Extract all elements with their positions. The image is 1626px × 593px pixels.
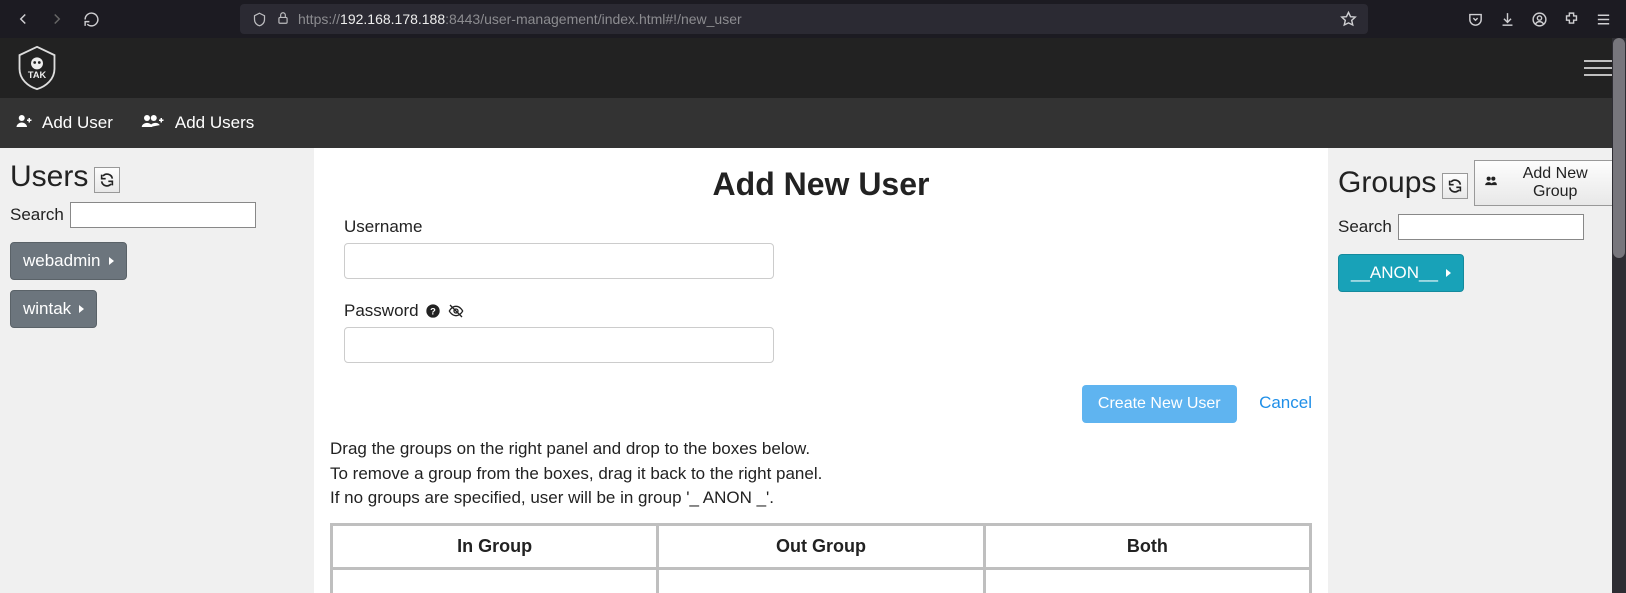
groups-panel-title: Groups [1338,166,1436,200]
password-label: Password [344,301,419,321]
chevron-right-icon [109,257,114,265]
menu-toggle-icon[interactable] [1584,54,1612,82]
downloads-icon[interactable] [1492,4,1522,34]
user-pill-label: webadmin [23,251,101,271]
users-search-label: Search [10,205,64,225]
col-both: Both [984,524,1310,568]
main-layout: Users Search webadmin wintak [0,148,1626,593]
username-input[interactable] [344,243,774,279]
users-panel-title: Users [10,160,88,194]
group-pill-label: __ANON__ [1351,263,1438,283]
chevron-right-icon [79,305,84,313]
cancel-button[interactable]: Cancel [1259,393,1312,413]
account-icon[interactable] [1524,4,1554,34]
scrollbar-thumb[interactable] [1613,38,1625,258]
users-icon [1483,174,1499,193]
forward-button[interactable] [42,4,72,34]
app-menu-icon[interactable] [1588,4,1618,34]
add-new-group-label: Add New Group [1503,165,1607,201]
users-plus-icon [139,112,167,135]
browser-right-controls [1460,4,1618,34]
browser-toolbar: https://192.168.178.188:8443/user-manage… [0,0,1626,38]
content-area: Add New User Username Password ? Create … [314,148,1328,593]
chevron-right-icon [1446,269,1451,277]
svg-text:?: ? [430,306,436,316]
both-dropzone[interactable] [984,568,1310,593]
add-user-label: Add User [42,113,113,133]
svg-text:TAK: TAK [28,70,47,80]
user-pill-label: wintak [23,299,71,319]
vertical-scrollbar[interactable] [1612,38,1626,593]
add-new-group-button[interactable]: Add New Group [1474,160,1616,206]
app-header: TAK [0,38,1626,98]
extensions-icon[interactable] [1556,4,1586,34]
groups-panel: Groups Add New Group Search __ANON__ [1328,148,1626,593]
col-in-group: In Group [332,524,658,568]
group-assignment-table: In Group Out Group Both [330,523,1312,593]
instructions-text: Drag the groups on the right panel and d… [330,437,1312,511]
groups-refresh-button[interactable] [1442,173,1468,199]
username-label: Username [344,217,1244,237]
reload-button[interactable] [76,4,106,34]
help-icon[interactable]: ? [425,303,441,319]
user-plus-icon [14,112,34,135]
user-pill[interactable]: webadmin [10,242,127,280]
app-logo: TAK [14,45,60,91]
users-refresh-button[interactable] [94,167,120,193]
back-button[interactable] [8,4,38,34]
add-user-button[interactable]: Add User [14,112,113,135]
groups-search-input[interactable] [1398,214,1584,240]
shield-icon [250,4,268,34]
user-pill[interactable]: wintak [10,290,97,328]
add-users-label: Add Users [175,113,254,133]
in-group-dropzone[interactable] [332,568,658,593]
add-users-button[interactable]: Add Users [139,112,254,135]
action-toolbar: Add User Add Users [0,98,1626,148]
password-input[interactable] [344,327,774,363]
col-out-group: Out Group [658,524,984,568]
groups-search-label: Search [1338,217,1392,237]
address-bar[interactable]: https://192.168.178.188:8443/user-manage… [240,4,1368,34]
lock-icon [276,11,290,28]
users-search-input[interactable] [70,202,256,228]
page-title: Add New User [330,166,1312,203]
out-group-dropzone[interactable] [658,568,984,593]
users-panel: Users Search webadmin wintak [0,148,314,593]
group-pill[interactable]: __ANON__ [1338,254,1464,292]
url-text: https://192.168.178.188:8443/user-manage… [298,11,1330,27]
pocket-icon[interactable] [1460,4,1490,34]
create-user-button[interactable]: Create New User [1082,385,1237,423]
bookmark-star-icon[interactable] [1338,4,1358,34]
eye-slash-icon[interactable] [447,303,465,319]
